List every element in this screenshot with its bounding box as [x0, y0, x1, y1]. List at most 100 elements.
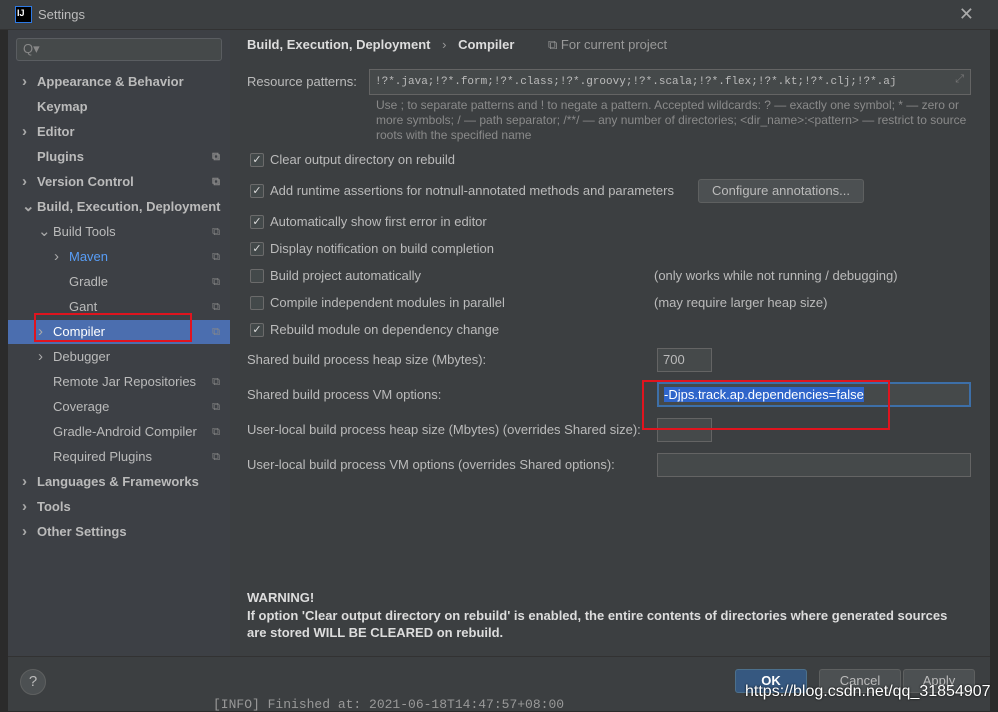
chevron-down-icon[interactable]: ⌄ [38, 220, 51, 244]
chevron-right-icon[interactable]: › [22, 495, 27, 519]
sidebar-item-label: Keymap [37, 99, 88, 114]
scope-text: For current project [560, 37, 668, 52]
resource-patterns-input[interactable]: !?*.java;!?*.form;!?*.class;!?*.groovy;!… [369, 69, 971, 95]
checkbox-label[interactable]: Automatically show first error in editor [270, 214, 487, 229]
sidebar-item-label: Editor [37, 124, 75, 139]
checkbox[interactable]: ✓ [250, 184, 264, 198]
checkbox[interactable] [250, 269, 264, 283]
checkbox[interactable] [250, 296, 264, 310]
sidebar-item-label: Required Plugins [53, 449, 153, 464]
checkbox-label[interactable]: Add runtime assertions for notnull-annot… [270, 183, 674, 198]
highlight-box-vm-options [642, 380, 890, 430]
sidebar-item-debugger[interactable]: › Debugger [8, 345, 230, 369]
resource-patterns-hint: Use ; to separate patterns and ! to nega… [376, 98, 967, 142]
sidebar-item-label: Remote Jar Repositories [53, 374, 197, 389]
user-vm-options-label: User-local build process VM options (ove… [247, 457, 615, 472]
compiler-settings-panel: Build, Execution, Deployment › Compiler … [230, 30, 990, 656]
project-scope-icon: ⧉ [212, 276, 220, 288]
sidebar-item-languages-frameworks[interactable]: › Languages & Frameworks [8, 470, 230, 494]
chevron-right-icon[interactable]: › [22, 70, 27, 94]
project-scope-icon: ⧉ [212, 176, 220, 188]
checkbox[interactable]: ✓ [250, 242, 264, 256]
sidebar-item-maven[interactable]: › Maven ⧉ [8, 245, 230, 269]
project-scope-icon: ⧉ [212, 376, 220, 388]
checkbox-label[interactable]: Rebuild module on dependency change [270, 322, 499, 337]
sidebar-item-label: Debugger [53, 349, 111, 364]
heap-size-label: Shared build process heap size (Mbytes): [247, 352, 487, 367]
sidebar-item-gradle-android-compiler[interactable]: Gradle-Android Compiler ⧉ [8, 420, 230, 444]
user-vm-options-input[interactable] [657, 453, 971, 477]
highlight-box-compiler [34, 313, 192, 342]
window-title: Settings [38, 7, 85, 22]
intellij-logo: IJ [15, 6, 32, 23]
sidebar-item-label: Tools [37, 499, 71, 514]
help-button[interactable]: ? [20, 669, 46, 695]
project-scope-icon: ⧉ [212, 326, 220, 338]
watermark: https://blog.csdn.net/qq_31854907 [745, 683, 991, 700]
sidebar-item-label: Other Settings [37, 524, 127, 539]
warning-title: WARNING! [247, 590, 315, 605]
sidebar-item-coverage[interactable]: Coverage ⧉ [8, 395, 230, 419]
chevron-right-icon[interactable]: › [38, 345, 43, 369]
heap-size-input[interactable]: 700 [657, 348, 712, 372]
breadcrumb-parent[interactable]: Build, Execution, Deployment [247, 37, 430, 52]
resource-patterns-value: !?*.java;!?*.form;!?*.class;!?*.groovy;!… [375, 76, 897, 88]
chevron-right-icon[interactable]: › [22, 120, 27, 144]
sidebar-item-label: Gradle-Android Compiler [53, 424, 197, 439]
warning-text: If option 'Clear output directory on reb… [247, 608, 948, 640]
project-scope-icon: ⧉ [212, 301, 220, 313]
chevron-right-icon: › [442, 37, 447, 52]
title-bar: IJ Settings ✕ [0, 0, 998, 30]
project-scope-icon: ⧉ [212, 251, 220, 263]
sidebar-item-tools[interactable]: › Tools [8, 495, 230, 519]
sidebar-item-label: Version Control [37, 174, 134, 189]
sidebar-item-label: Coverage [53, 399, 110, 414]
sidebar-item-label: Gradle [69, 274, 109, 289]
checkbox-label[interactable]: Build project automatically [270, 268, 421, 283]
sidebar-item-keymap[interactable]: Keymap [8, 95, 230, 119]
sidebar-item-build-tools[interactable]: ⌄ Build Tools ⧉ [8, 220, 230, 244]
checkbox-label[interactable]: Display notification on build completion [270, 241, 494, 256]
chevron-right-icon[interactable]: › [22, 470, 27, 494]
sidebar-item-version-control[interactable]: › Version Control ⧉ [8, 170, 230, 194]
sidebar-item-label: Build Tools [53, 224, 116, 239]
sidebar-item-plugins[interactable]: Plugins ⧉ [8, 145, 230, 169]
search-input[interactable]: Q▾ [16, 38, 222, 61]
project-scope-icon: ⧉ [212, 451, 220, 463]
close-icon[interactable]: ✕ [959, 4, 974, 25]
breadcrumb: Build, Execution, Deployment › Compiler [247, 37, 514, 52]
chevron-right-icon[interactable]: › [22, 520, 27, 544]
checkbox-label[interactable]: Clear output directory on rebuild [270, 152, 455, 167]
sidebar-item-label: Appearance & Behavior [37, 74, 184, 89]
user-heap-size-label: User-local build process heap size (Mbyt… [247, 422, 641, 437]
sidebar-item-gradle[interactable]: Gradle ⧉ [8, 270, 230, 294]
sidebar-item-label: Maven [69, 249, 109, 264]
configure-annotations-button[interactable]: Configure annotations... [698, 179, 864, 203]
chevron-down-icon[interactable]: ⌄ [22, 195, 35, 219]
project-scope-icon: ⧉ [212, 426, 220, 438]
expand-icon[interactable]: ⤢ [955, 74, 964, 86]
project-scope-icon: ⧉ [212, 151, 220, 163]
checkbox[interactable]: ✓ [250, 215, 264, 229]
chevron-right-icon[interactable]: › [54, 245, 59, 269]
settings-sidebar: Q▾ › Appearance & Behavior Keymap › Editor Pl… [8, 30, 230, 656]
project-scope-icon: ⧉ [212, 226, 220, 238]
sidebar-item-label: Build, Execution, Deployment [37, 199, 221, 214]
sidebar-item-label: Languages & Frameworks [37, 474, 199, 489]
checkbox[interactable]: ✓ [250, 323, 264, 337]
sidebar-item-appearance-behavior[interactable]: › Appearance & Behavior [8, 70, 230, 94]
background-log-line: [INFO] Finished at: 2021-06-18T14:47:57+… [213, 697, 565, 712]
sidebar-item-build-execution-deployment[interactable]: ⌄ Build, Execution, Deployment [8, 195, 230, 219]
sidebar-item-label: Plugins [37, 149, 84, 164]
sidebar-item-other-settings[interactable]: › Other Settings [8, 520, 230, 544]
vm-options-label: Shared build process VM options: [247, 387, 442, 402]
copy-icon: ⧉ [548, 37, 561, 52]
resource-patterns-label: Resource patterns: [247, 74, 357, 89]
sidebar-item-editor[interactable]: › Editor [8, 120, 230, 144]
project-scope-icon: ⧉ [212, 401, 220, 413]
checkbox-label[interactable]: Compile independent modules in parallel [270, 295, 505, 310]
sidebar-item-required-plugins[interactable]: Required Plugins ⧉ [8, 445, 230, 469]
chevron-right-icon[interactable]: › [22, 170, 27, 194]
checkbox[interactable]: ✓ [250, 153, 264, 167]
sidebar-item-remote-jar-repositories[interactable]: Remote Jar Repositories ⧉ [8, 370, 230, 394]
